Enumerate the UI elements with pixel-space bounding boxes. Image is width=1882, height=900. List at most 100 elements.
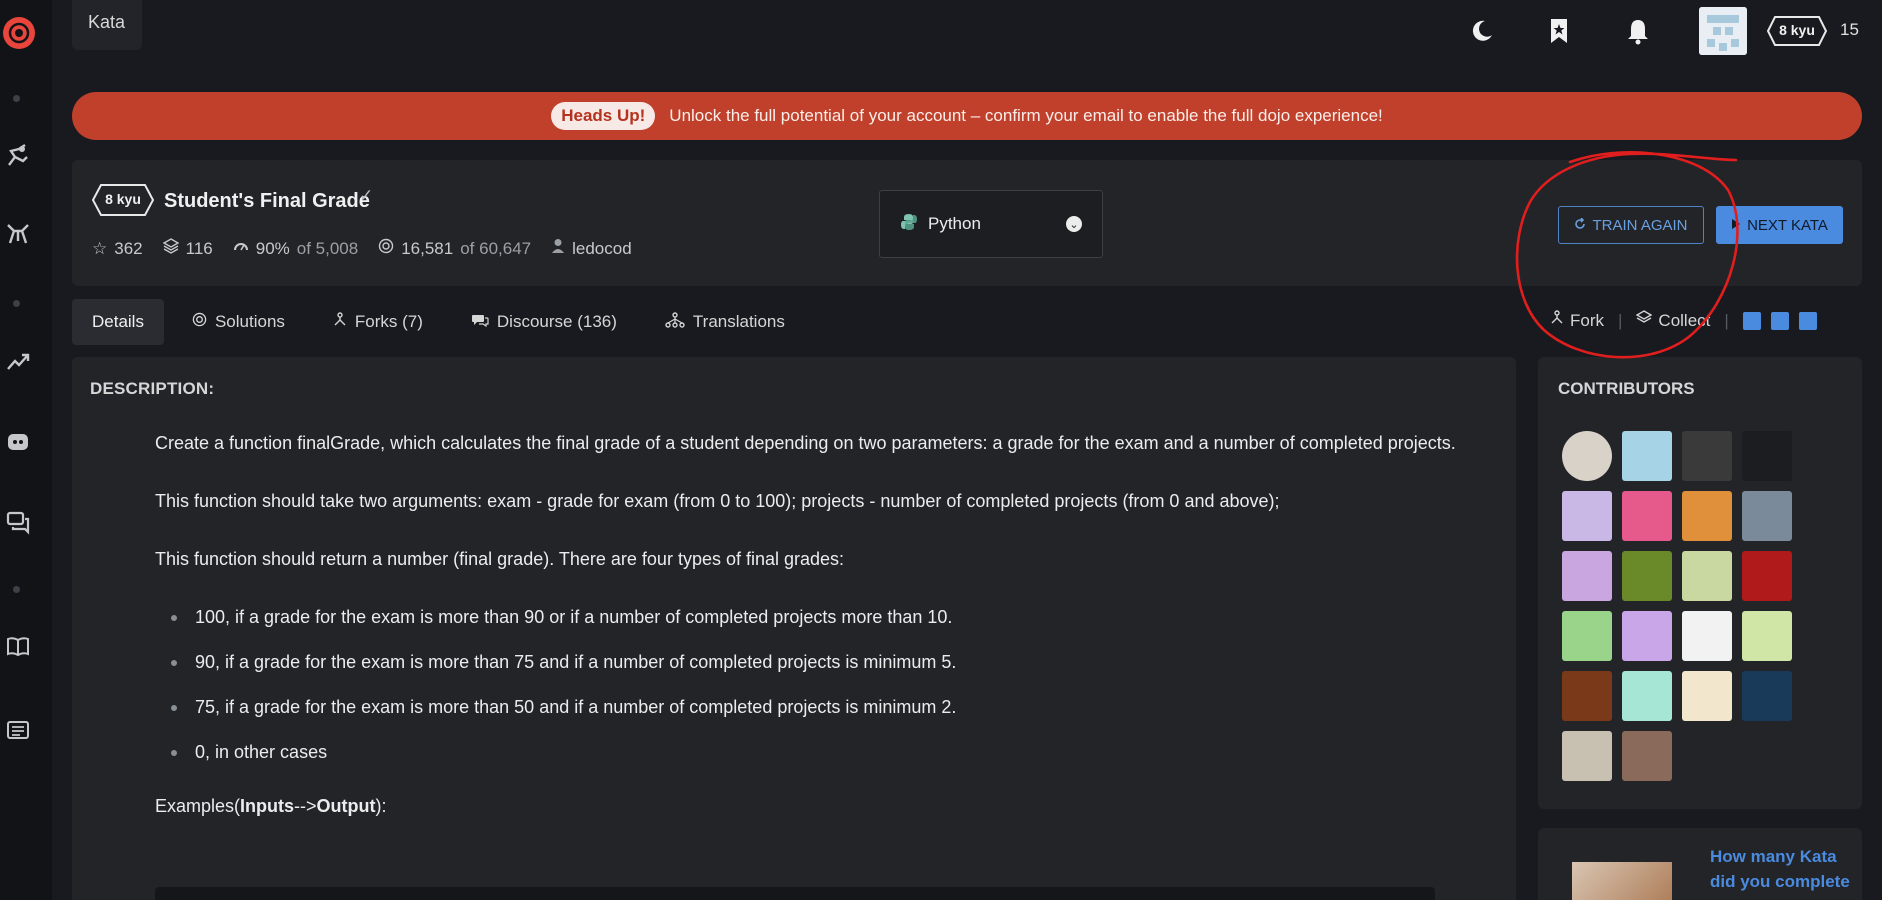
tab-discourse[interactable]: Discourse (136) (451, 299, 637, 345)
contributor-avatar[interactable] (1742, 431, 1792, 481)
contributor-avatar[interactable] (1562, 611, 1612, 661)
layers-icon (162, 238, 180, 259)
next-kata-label: NEXT KATA (1747, 216, 1828, 234)
examples-prefix: Examples( (155, 796, 241, 816)
attempted-count: of 60,647 (460, 238, 532, 258)
contributor-avatar[interactable] (1682, 431, 1732, 481)
leaderboard-nav-icon[interactable] (0, 344, 36, 380)
fork-icon (333, 311, 347, 333)
list-item: 100, if a grade for the exam is more tha… (155, 601, 1475, 633)
practice-nav-icon[interactable] (0, 138, 36, 174)
stars-count: 362 (114, 238, 143, 258)
contributor-avatar[interactable] (1562, 431, 1612, 481)
description-paragraph: Create a function finalGrade, which calc… (155, 433, 1456, 453)
bookmark-icon[interactable] (1542, 14, 1576, 48)
kata-rank-badge: 8 kyu (91, 184, 155, 216)
docs-nav-icon[interactable] (0, 628, 36, 664)
contributor-avatar[interactable] (1622, 491, 1672, 541)
examples-arrow: --> (294, 796, 317, 816)
action-separator: | (1724, 310, 1729, 330)
user-rank-label: 8 kyu (1779, 22, 1815, 38)
description-paragraph: This function should take two arguments:… (155, 491, 1280, 511)
contributor-avatar[interactable] (1682, 611, 1732, 661)
left-rail (0, 0, 52, 900)
code-example-block (155, 887, 1435, 900)
kata-actions: Fork | Collect | (1550, 310, 1817, 331)
contributor-avatar[interactable] (1742, 611, 1792, 661)
fork-link[interactable]: Fork (1550, 310, 1604, 331)
user-icon (551, 238, 565, 259)
contributor-avatar[interactable] (1622, 431, 1672, 481)
satisfaction-votes: of 5,008 (296, 238, 359, 258)
contributor-avatar[interactable] (1562, 551, 1612, 601)
chat-nav-icon[interactable] (0, 504, 36, 540)
python-icon (900, 213, 918, 236)
chevron-down-icon: ⌄ (1066, 216, 1082, 232)
list-item: 0, in other cases (155, 736, 1475, 768)
language-select[interactable]: Python ⌄ (879, 190, 1103, 258)
translations-icon (665, 311, 685, 333)
tab-forks[interactable]: Forks (7) (313, 299, 443, 345)
grade-rules-list: 100, if a grade for the exam is more tha… (155, 601, 1475, 768)
examples-heading: Examples(Inputs-->Output): (155, 790, 1475, 822)
banner-message[interactable]: Unlock the full potential of your accoun… (669, 106, 1382, 126)
kata-tabs: Details Solutions Forks (7) Discourse (1… (72, 299, 805, 345)
contributor-avatar[interactable] (1682, 671, 1732, 721)
contributor-avatar[interactable] (1562, 671, 1612, 721)
contributor-avatar[interactable] (1622, 611, 1672, 661)
collections-count: 116 (185, 238, 213, 258)
tab-details[interactable]: Details (72, 299, 164, 345)
promo-card: How many Kata did you complete (1538, 828, 1862, 900)
kata-top-tab[interactable]: Kata (72, 0, 142, 50)
contributor-avatar[interactable] (1682, 491, 1732, 541)
dark-mode-toggle-icon[interactable] (1465, 14, 1499, 48)
stars-stat[interactable]: ☆ 362 (92, 239, 143, 259)
tab-forks-label: Forks (7) (354, 312, 423, 331)
next-kata-button[interactable]: NEXT KATA (1716, 206, 1843, 244)
author-stat[interactable]: ledocod (551, 238, 632, 259)
discord-nav-icon[interactable] (0, 424, 36, 460)
completed-count: 16,581 (401, 238, 454, 258)
promo-thumbnail[interactable] (1572, 862, 1672, 900)
star-icon: ☆ (92, 238, 108, 258)
twitter-share-icon[interactable] (1770, 311, 1789, 330)
satisfaction-stat: 90% of 5,008 (233, 238, 358, 259)
target-icon (378, 238, 394, 259)
completed-check-icon: ✓ (359, 186, 374, 205)
contributor-avatar[interactable] (1682, 551, 1732, 601)
tab-solutions-label: Solutions (214, 312, 285, 331)
contributor-avatar[interactable] (1742, 551, 1792, 601)
tab-translations-label: Translations (692, 312, 785, 331)
language-value: Python (928, 214, 981, 233)
contributor-avatar[interactable] (1622, 731, 1672, 781)
kata-rank-label: 8 kyu (105, 191, 141, 207)
contributor-avatar[interactable] (1622, 551, 1672, 601)
contributor-avatar[interactable] (1742, 491, 1792, 541)
collect-link[interactable]: Collect (1636, 310, 1710, 331)
contributor-avatar[interactable] (1622, 671, 1672, 721)
train-again-button[interactable]: TRAIN AGAIN (1558, 206, 1704, 244)
promo-link[interactable]: How many Kata did you complete (1710, 844, 1850, 894)
train-again-label: TRAIN AGAIN (1592, 216, 1688, 234)
collections-stat[interactable]: 116 (162, 238, 213, 259)
fork-icon (1550, 310, 1564, 331)
news-nav-icon[interactable] (0, 712, 36, 748)
kata-header: 8 kyu Student's Final Grade ✓ ☆ 362 116 … (72, 160, 1862, 286)
satisfaction-gauge-icon (233, 238, 249, 259)
user-avatar[interactable] (1699, 7, 1747, 55)
completions-stat: 16,581 of 60,647 (378, 238, 531, 259)
tab-solutions[interactable]: Solutions (172, 299, 305, 345)
contributor-avatar[interactable] (1562, 731, 1612, 781)
email-share-icon[interactable] (1742, 311, 1761, 330)
contributor-avatar[interactable] (1742, 671, 1792, 721)
train-nav-icon[interactable] (0, 216, 36, 252)
tab-translations[interactable]: Translations (645, 299, 805, 345)
author-name: ledocod (572, 238, 632, 258)
notifications-bell-icon[interactable] (1621, 14, 1655, 48)
collect-icon (1636, 310, 1653, 331)
top-tab-label: Kata (88, 12, 126, 32)
kata-stats: ☆ 362 116 90% of 5,008 16,581 of 60,647 (92, 238, 632, 259)
facebook-share-icon[interactable] (1798, 311, 1817, 330)
contributor-avatar[interactable] (1562, 491, 1612, 541)
codewars-logo-icon[interactable] (0, 12, 38, 54)
